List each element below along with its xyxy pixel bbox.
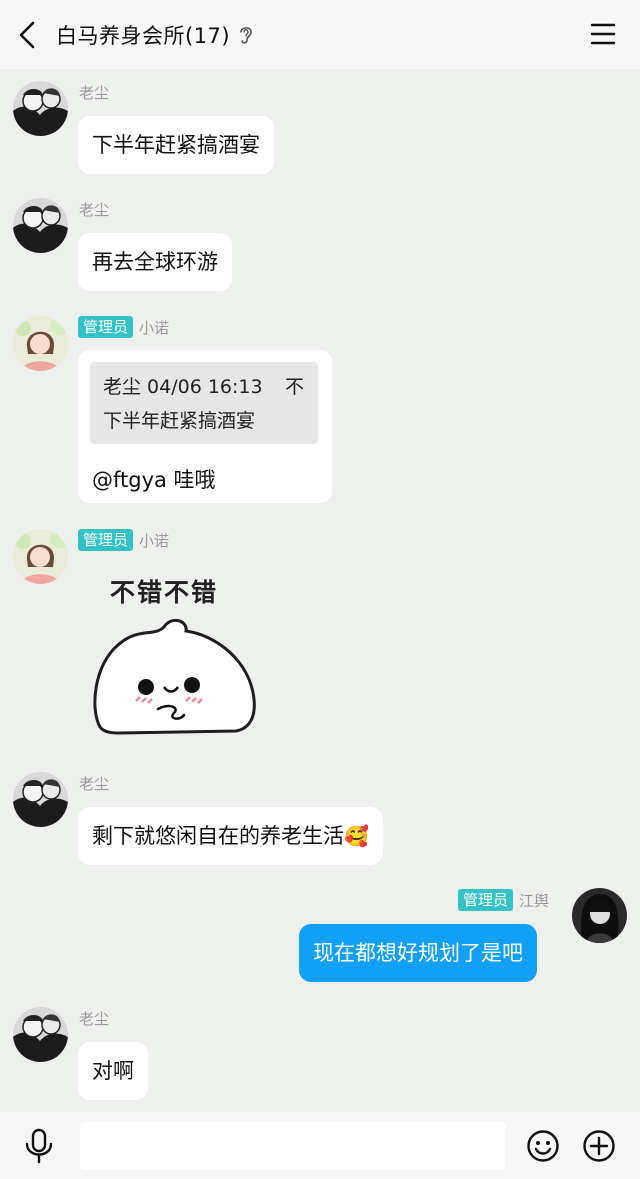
message-input[interactable] (80, 1122, 506, 1170)
sender-name: 老尘 (79, 775, 110, 793)
menu-button[interactable] (590, 22, 616, 46)
sticker-message[interactable]: 不错不错 (88, 569, 268, 739)
quoted-message[interactable]: 老尘 04/06 16:13 不 下半年赶紧搞酒宴 (90, 362, 318, 444)
avatar-laochen[interactable] (13, 198, 68, 253)
chat-title-area[interactable]: 白马养身会所(17) (56, 20, 254, 50)
back-button[interactable] (12, 18, 42, 52)
quote-pin-label: 不 (284, 376, 304, 398)
sender-row: 老尘 (79, 82, 109, 103)
sender-row: 管理员 江舆 (458, 889, 549, 911)
menu-icon (590, 23, 616, 45)
ear-icon (238, 24, 254, 46)
reply-text: @ftgya 哇哦 (92, 468, 216, 492)
sender-name: 小诺 (139, 531, 170, 550)
plus-icon (583, 1130, 615, 1162)
sender-row: 管理员 小诺 (78, 316, 169, 338)
emoji-button[interactable] (526, 1129, 560, 1163)
avatar-laochen[interactable] (13, 1007, 68, 1062)
sender-row: 管理员 小诺 (78, 529, 169, 551)
quote-reply-bubble[interactable]: 老尘 04/06 16:13 不 下半年赶紧搞酒宴 @ftgya 哇哦 (78, 350, 332, 503)
sender-row: 老尘 (79, 199, 109, 220)
message-text: 剩下就悠闲自在的养老生活 (92, 824, 344, 848)
admin-badge: 管理员 (458, 889, 514, 911)
message-bubble[interactable]: 对啊 (78, 1042, 148, 1100)
top-bar: 白马养身会所(17) (0, 0, 640, 69)
message-bubble[interactable]: 再去全球环游 (78, 233, 232, 291)
message-bubble[interactable]: 剩下就悠闲自在的养老生活🥰 (78, 807, 383, 865)
my-message-bubble[interactable]: 现在都想好规划了是吧 (299, 924, 537, 982)
sender-row: 老尘 (79, 1008, 109, 1029)
emoji-icon (527, 1130, 559, 1162)
sender-name: 老尘 (79, 201, 110, 219)
sender-name: 老尘 (79, 84, 110, 102)
avatar-xiaonuo[interactable] (13, 316, 68, 371)
avatar-xiaonuo[interactable] (13, 529, 68, 584)
sender-name: 老尘 (79, 1010, 110, 1028)
input-bar (0, 1112, 640, 1179)
sender-row: 老尘 (79, 773, 109, 794)
admin-badge: 管理员 (78, 529, 134, 551)
quote-text: 下半年赶紧搞酒宴 (103, 410, 256, 432)
emoji-kiss: 🥰 (344, 824, 369, 848)
avatar-laochen[interactable] (13, 81, 68, 136)
message-bubble[interactable]: 下半年赶紧搞酒宴 (78, 116, 274, 174)
sticker-image (93, 618, 256, 735)
voice-button[interactable] (22, 1128, 56, 1164)
admin-badge: 管理员 (78, 316, 134, 338)
avatar-laochen[interactable] (13, 772, 68, 827)
avatar-jiangyu[interactable] (572, 888, 627, 943)
chat-area[interactable]: 老尘 下半年赶紧搞酒宴 老尘 再去全球环游 管理员 小诺 老尘 04/06 16… (0, 69, 640, 1112)
microphone-icon (25, 1128, 53, 1164)
quote-meta: 老尘 04/06 16:13 (103, 376, 263, 398)
sender-name: 小诺 (139, 318, 170, 337)
back-arrow-icon (19, 21, 35, 49)
sender-name: 江舆 (519, 891, 550, 910)
sticker-caption: 不错不错 (110, 578, 219, 607)
more-button[interactable] (582, 1129, 616, 1163)
chat-title: 白马养身会所(17) (56, 24, 231, 48)
